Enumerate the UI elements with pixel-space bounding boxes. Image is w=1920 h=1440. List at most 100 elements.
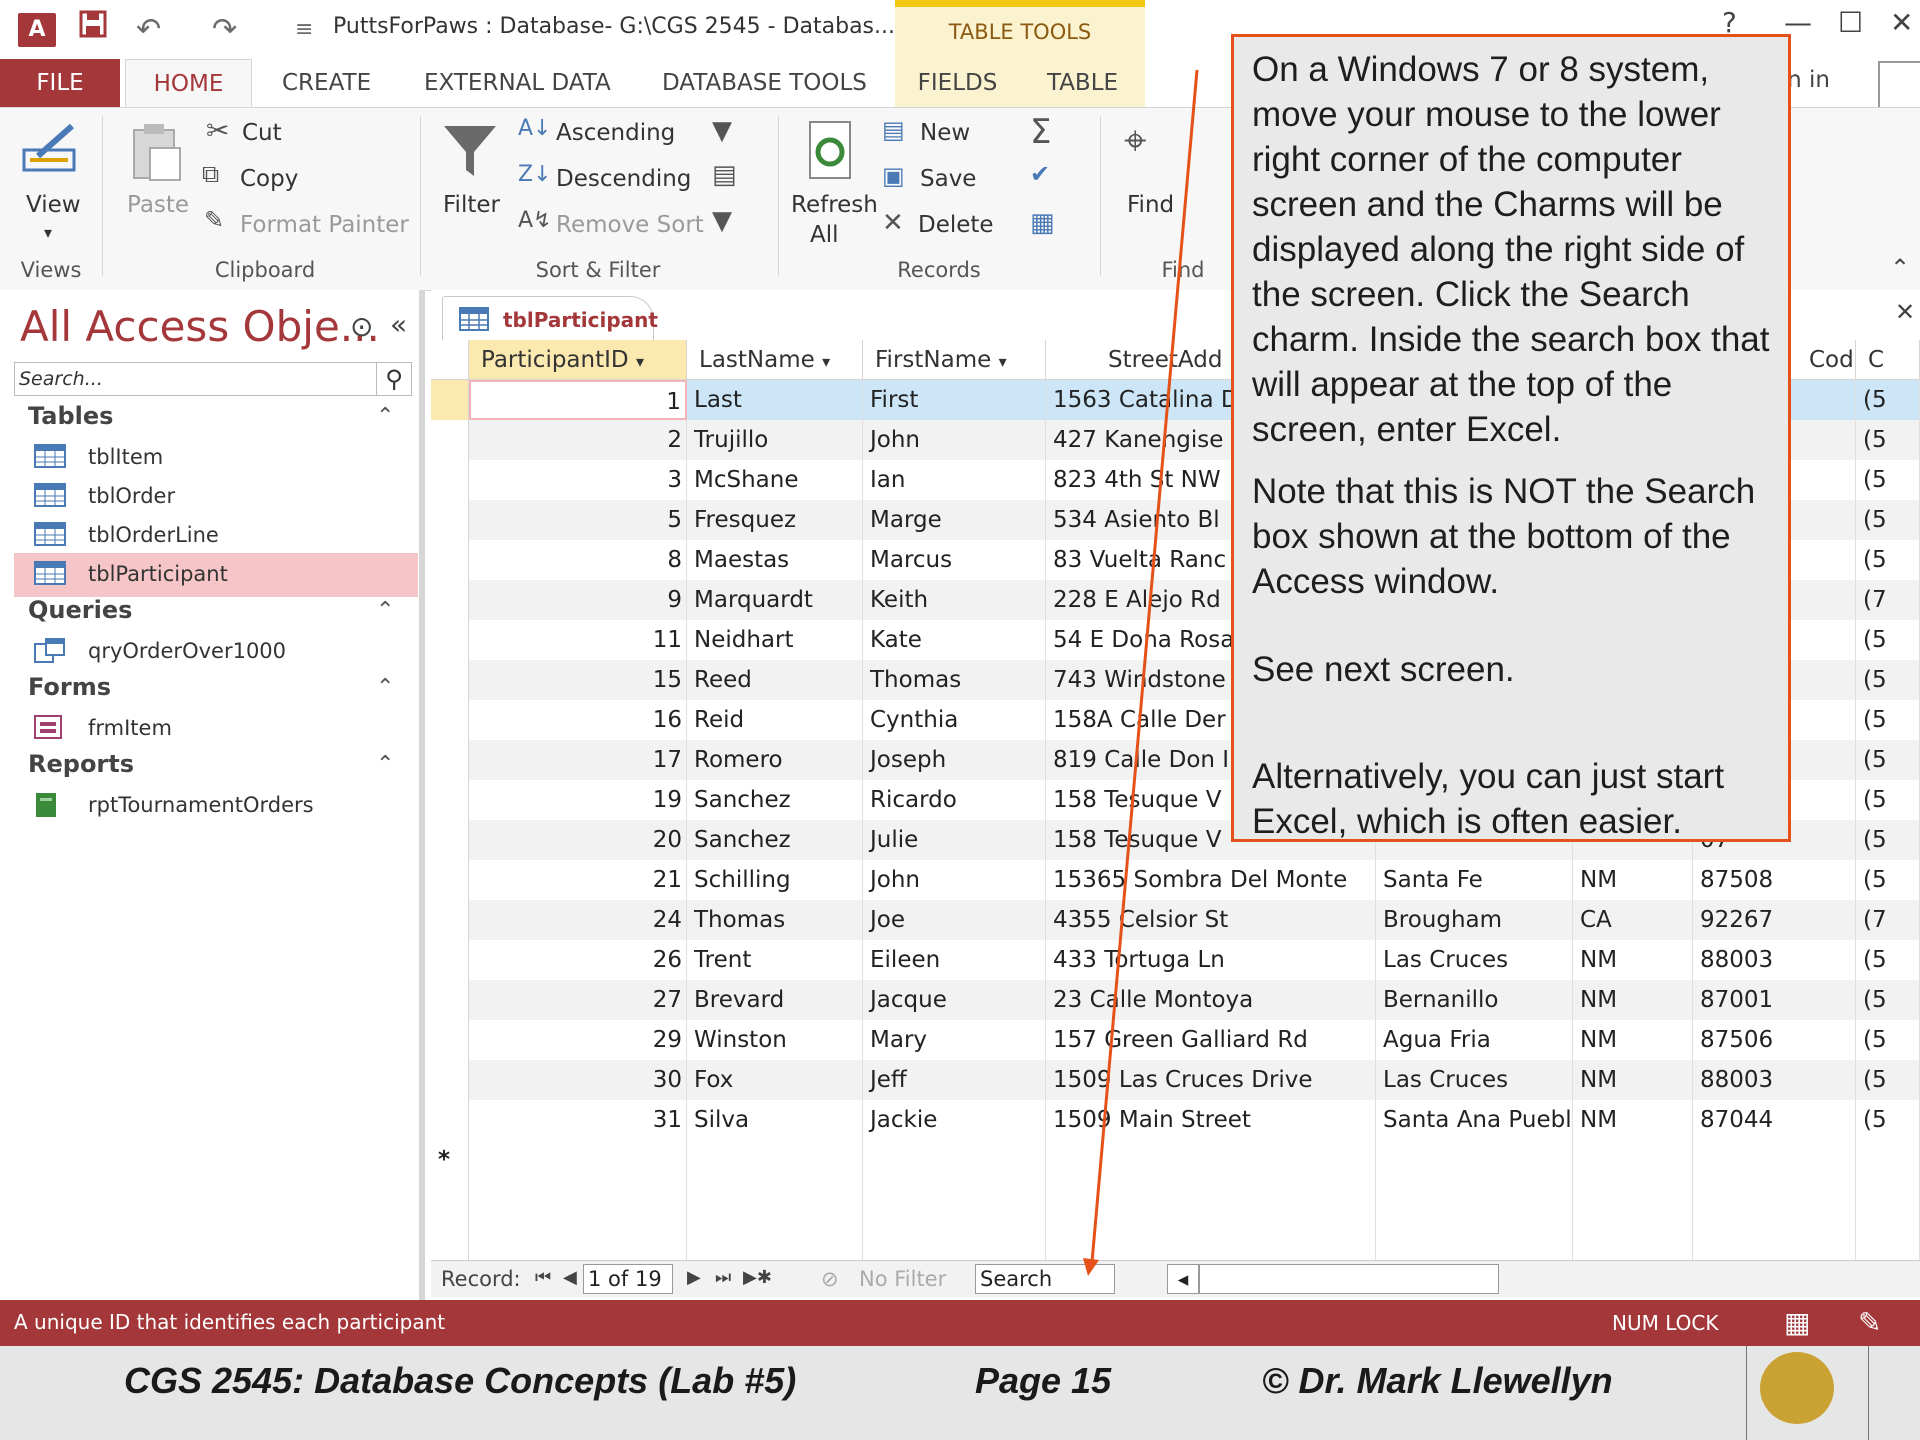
design-view-icon[interactable]: ✎	[1858, 1306, 1881, 1339]
table-cell[interactable]: Brougham	[1376, 900, 1573, 940]
table-cell[interactable]	[1376, 1140, 1573, 1180]
table-cell[interactable]: Joseph	[863, 740, 1046, 780]
table-cell[interactable]: Trujillo	[687, 420, 863, 460]
table-cell[interactable]: 19	[469, 780, 687, 820]
table-cell[interactable]: NM	[1573, 1060, 1693, 1100]
new-record-row[interactable]: *	[431, 1140, 1920, 1180]
table-cell[interactable]: Winston	[687, 1020, 863, 1060]
table-cell[interactable]: 17	[469, 740, 687, 780]
table-cell[interactable]: (5	[1856, 1020, 1920, 1060]
table-cell[interactable]	[469, 1140, 687, 1180]
save-icon[interactable]	[78, 8, 108, 52]
column-header-participantid[interactable]: ParticipantID ▾	[469, 340, 687, 380]
refresh-all-button[interactable]: All	[810, 222, 839, 248]
table-cell[interactable]: Brevard	[687, 980, 863, 1020]
refresh-icon[interactable]	[806, 120, 856, 186]
record-search-input[interactable]: Search	[975, 1264, 1115, 1294]
table-cell[interactable]: Jackie	[863, 1100, 1046, 1140]
table-cell[interactable]: NM	[1573, 1020, 1693, 1060]
table-cell[interactable]: 1509 Main Street	[1046, 1100, 1376, 1140]
table-cell[interactable]: CA	[1573, 900, 1693, 940]
table-cell[interactable]	[1046, 1140, 1376, 1180]
nav-item-qryorderover1000[interactable]: qryOrderOver1000	[14, 630, 418, 674]
tab-tblparticipant[interactable]: tblParticipant	[442, 296, 658, 343]
table-cell[interactable]: John	[863, 420, 1046, 460]
table-cell[interactable]: (5	[1856, 1100, 1920, 1140]
column-dropdown-icon[interactable]: ▾	[822, 352, 830, 371]
table-cell[interactable]: (5	[1856, 980, 1920, 1020]
table-cell[interactable]: 29	[469, 1020, 687, 1060]
sort-descending-icon[interactable]: Z↓	[518, 162, 552, 187]
table-cell[interactable]: Santa Fe	[1376, 860, 1573, 900]
table-cell[interactable]: (5	[1856, 780, 1920, 820]
next-record-icon[interactable]: ▶	[687, 1267, 701, 1288]
table-cell[interactable]: Thomas	[687, 900, 863, 940]
ascending-button[interactable]: Ascending	[556, 120, 675, 146]
table-cell[interactable]: Cynthia	[863, 700, 1046, 740]
table-cell[interactable]: Trent	[687, 940, 863, 980]
row-selector[interactable]	[431, 1020, 469, 1060]
table-cell[interactable]: 11	[469, 620, 687, 660]
table-cell[interactable]: (7	[1856, 580, 1920, 620]
shutter-bar-icon[interactable]: «	[390, 308, 407, 341]
save-button[interactable]: Save	[920, 166, 976, 192]
table-cell[interactable]: (7	[1856, 900, 1920, 940]
advanced-filter-icon[interactable]: ▤	[712, 160, 737, 190]
search-icon[interactable]: ⚲	[376, 363, 411, 395]
tab-fields[interactable]: FIELDS	[895, 59, 1020, 107]
datasheet-view-icon[interactable]: ▦	[1784, 1306, 1810, 1339]
table-cell[interactable]: 157 Green Galliard Rd	[1046, 1020, 1376, 1060]
table-cell[interactable]: (5	[1856, 740, 1920, 780]
view-button[interactable]: View	[26, 192, 81, 218]
copy-icon[interactable]: ⧉	[202, 160, 219, 188]
table-cell[interactable]: 15365 Sombra Del Monte	[1046, 860, 1376, 900]
table-cell[interactable]: Mary	[863, 1020, 1046, 1060]
table-cell[interactable]: Marge	[863, 500, 1046, 540]
access-app-icon[interactable]: A	[18, 13, 56, 47]
table-cell[interactable]: 15	[469, 660, 687, 700]
table-cell[interactable]: 87044	[1693, 1100, 1856, 1140]
table-cell[interactable]: 30	[469, 1060, 687, 1100]
table-cell[interactable]: Ricardo	[863, 780, 1046, 820]
row-selector[interactable]	[431, 500, 469, 540]
delete-icon[interactable]: ✕	[882, 208, 904, 238]
nav-group-header[interactable]: Forms	[28, 673, 111, 701]
table-cell[interactable]: (5	[1856, 1060, 1920, 1100]
table-cell[interactable]	[1693, 1140, 1856, 1180]
row-selector[interactable]	[431, 780, 469, 820]
table-cell[interactable]: Santa Ana Pueblo	[1376, 1100, 1573, 1140]
row-selector[interactable]	[431, 700, 469, 740]
table-cell[interactable]: NM	[1573, 860, 1693, 900]
table-row[interactable]: 30 Fox Jeff 1509 Las Cruces Drive Las Cruces…	[431, 1060, 1920, 1100]
tab-home[interactable]: HOME	[125, 59, 252, 109]
table-cell[interactable]: 92267	[1693, 900, 1856, 940]
table-cell[interactable]: Fox	[687, 1060, 863, 1100]
table-cell[interactable]: Sanchez	[687, 820, 863, 860]
table-cell[interactable]: 3	[469, 460, 687, 500]
table-cell[interactable]: 16	[469, 700, 687, 740]
table-cell[interactable]: Keith	[863, 580, 1046, 620]
row-selector[interactable]	[431, 1100, 469, 1140]
nav-pane-title[interactable]: All Access Obje...	[20, 302, 380, 351]
nav-item-tblorder[interactable]: tblOrder	[14, 475, 418, 519]
table-cell[interactable]: 87508	[1693, 860, 1856, 900]
table-row[interactable]: 21 Schilling John 15365 Sombra Del Monte San…	[431, 860, 1920, 900]
scroll-left-icon[interactable]: ◂	[1167, 1264, 1199, 1294]
refresh-button[interactable]: Refresh	[791, 192, 878, 218]
row-selector[interactable]	[431, 820, 469, 860]
spelling-icon[interactable]: ✔	[1030, 160, 1050, 188]
cut-icon[interactable]: ✂	[206, 114, 229, 147]
customize-qat-icon[interactable]: ≡	[295, 8, 313, 52]
table-cell[interactable]: Jeff	[863, 1060, 1046, 1100]
table-cell[interactable]: 2	[469, 420, 687, 460]
table-cell[interactable]: (5	[1856, 380, 1920, 420]
table-row[interactable]: 27 Brevard Jacque 23 Calle Montoya Bernanill…	[431, 980, 1920, 1020]
table-cell[interactable]: 1	[469, 380, 687, 420]
row-selector[interactable]	[431, 740, 469, 780]
row-selector[interactable]	[431, 620, 469, 660]
nav-item-frmitem[interactable]: frmItem	[14, 707, 418, 751]
row-selector[interactable]	[431, 660, 469, 700]
table-cell[interactable]: 26	[469, 940, 687, 980]
tab-database-tools[interactable]: DATABASE TOOLS	[662, 59, 867, 107]
no-filter-button[interactable]: No Filter	[859, 1267, 946, 1291]
